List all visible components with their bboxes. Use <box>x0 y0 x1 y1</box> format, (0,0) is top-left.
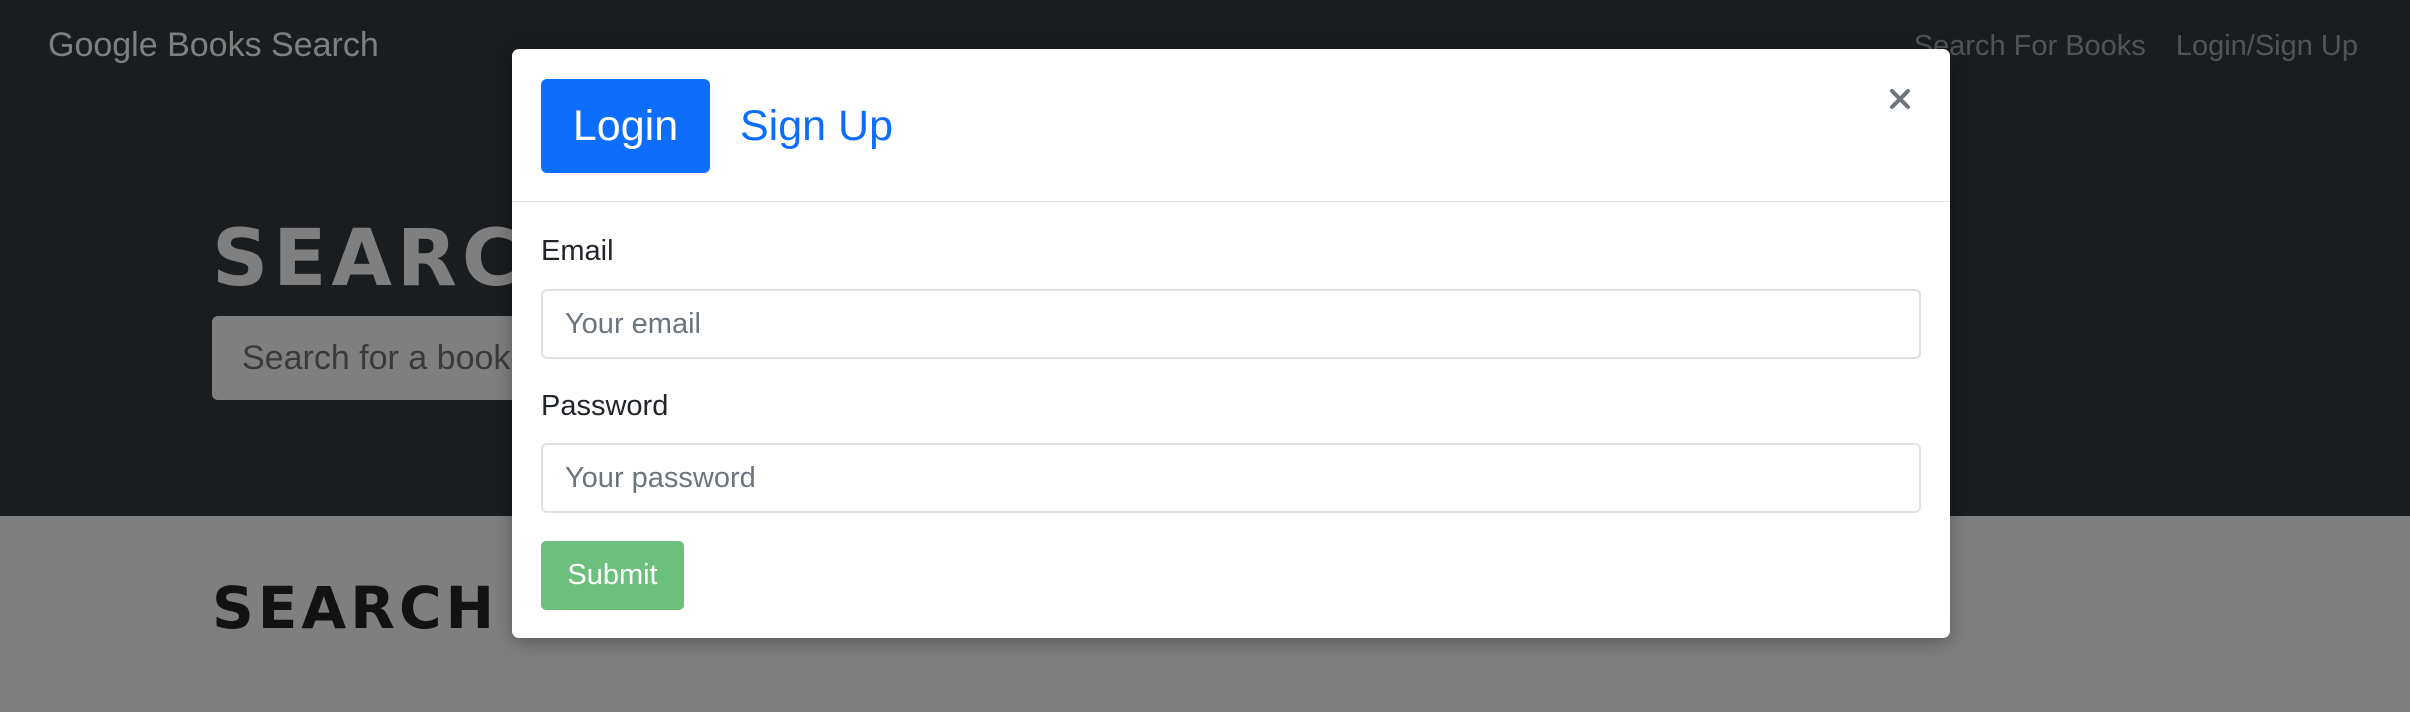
email-field[interactable] <box>541 289 1921 359</box>
login-modal: Login Sign Up Email Password Submit <box>512 49 1950 638</box>
email-label: Email <box>541 235 614 267</box>
modal-header: Login Sign Up <box>512 49 1950 202</box>
submit-button[interactable]: Submit <box>541 541 684 610</box>
close-icon <box>1890 89 1910 109</box>
password-label: Password <box>541 390 669 422</box>
tab-signup[interactable]: Sign Up <box>740 79 893 173</box>
tab-login[interactable]: Login <box>541 79 710 173</box>
close-button[interactable] <box>1880 79 1920 119</box>
password-field[interactable] <box>541 443 1921 513</box>
